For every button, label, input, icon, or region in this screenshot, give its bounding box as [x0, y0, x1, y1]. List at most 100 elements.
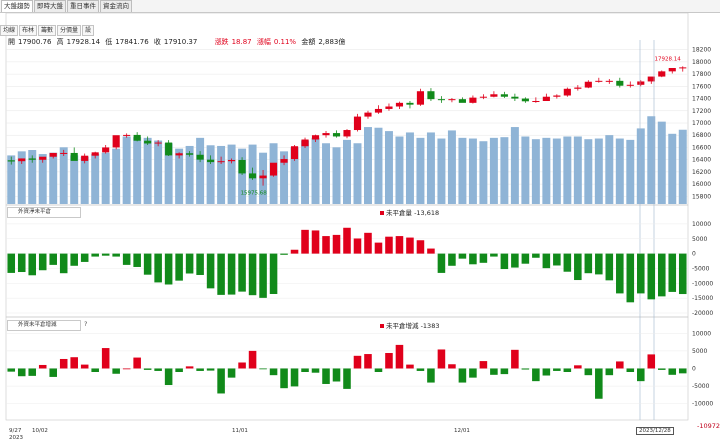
- oi-change-bar: [500, 368, 509, 375]
- main-ytick-label: 16400: [692, 157, 711, 164]
- oi-net-bar: [395, 236, 404, 254]
- oi-net-bar: [427, 248, 435, 254]
- oi-change-bar: [668, 368, 677, 375]
- panel1-indicator-text: 外資淨未平倉: [18, 209, 52, 215]
- volume-bar: [626, 139, 635, 204]
- candle-body: [521, 98, 529, 102]
- oi-net-bar: [657, 253, 666, 297]
- panel2-indicator-select[interactable]: 外資未平倉增減: [7, 320, 81, 331]
- oi-net-bar: [206, 253, 215, 289]
- candle-body: [458, 99, 466, 103]
- oi-net-bar: [374, 242, 383, 254]
- oi-net-bar: [343, 227, 351, 254]
- volume-bar: [542, 137, 551, 204]
- candle-body: [532, 101, 540, 102]
- oi-change-bar: [332, 368, 341, 382]
- oi-net-bar: [563, 253, 572, 272]
- volume-bar: [101, 152, 110, 204]
- candle-body: [290, 146, 299, 160]
- oi-change-bar: [112, 368, 120, 374]
- volume-bar: [70, 155, 79, 204]
- oi-net-bar: [49, 253, 57, 265]
- candle-body: [207, 159, 215, 163]
- chip-button[interactable]: 籌數: [38, 25, 57, 36]
- candle-body: [269, 162, 278, 176]
- oi-net-bar: [59, 253, 68, 274]
- volume-bar: [206, 145, 215, 204]
- candle-body: [112, 135, 120, 148]
- panel2-legend: 未平倉增減 -1383: [380, 320, 439, 330]
- candle-body: [175, 153, 183, 156]
- amount-label: 金額: [301, 38, 316, 46]
- main-ytick-label: 15800: [692, 193, 711, 200]
- oi-change-bar: [479, 361, 488, 369]
- candle-body: [70, 152, 78, 161]
- oi-change-bar: [647, 354, 656, 369]
- candle-body: [133, 134, 141, 141]
- oi-change-bar: [227, 368, 236, 378]
- pct-label: 漲幅: [256, 38, 271, 46]
- volume-bar: [395, 136, 404, 204]
- candle-body: [196, 154, 204, 160]
- panel1-indicator-select[interactable]: 外資淨未平倉: [7, 207, 81, 218]
- oi-net-bar: [227, 253, 236, 295]
- oi-net-bar: [301, 229, 309, 254]
- oi-change-bar: [217, 368, 225, 394]
- oi-change-bar: [101, 348, 110, 369]
- ohlc-info-bar: 開 17900.76 高 17928.14 低 17841.76 收 17910.37 …: [8, 37, 348, 47]
- oi-change-bar: [553, 368, 561, 371]
- volume-bar: [668, 133, 677, 204]
- oi-net-bar: [238, 253, 246, 292]
- oi-net-bar: [626, 253, 635, 303]
- bollinger-button[interactable]: 布林: [19, 25, 38, 36]
- volume-bar: [133, 137, 142, 204]
- oi-change-bar: [311, 368, 320, 373]
- main-ytick-label: 18000: [692, 59, 711, 66]
- oi-net-bar: [416, 240, 425, 254]
- volume-bar: [563, 136, 572, 204]
- oi-change-bar: [521, 368, 530, 370]
- volume-bar: [416, 137, 425, 204]
- candle-body: [448, 99, 456, 101]
- candle-body: [91, 152, 99, 156]
- main-ytick-label: 18200: [692, 47, 711, 54]
- main-ytick-label: 17800: [692, 71, 711, 78]
- candle-body: [479, 96, 487, 98]
- candle-body: [658, 71, 666, 77]
- oi-net-bar: [17, 253, 26, 273]
- oi-net-bar: [322, 236, 330, 254]
- oi-net-bar: [605, 253, 614, 281]
- candle-body: [28, 158, 36, 160]
- oi-change-bar: [448, 364, 456, 369]
- volume-bar: [458, 137, 467, 204]
- oi-change-bar: [80, 364, 89, 369]
- panel2-help-icon[interactable]: ?: [84, 320, 87, 328]
- chart-canvas[interactable]: 15800 16000 16200 16400 16600 16800 17000 17200…: [0, 0, 720, 443]
- volume-bar: [479, 141, 488, 204]
- oi-net-bar: [175, 253, 183, 281]
- candle-body: [584, 81, 592, 88]
- close-value: 17910.37: [163, 38, 198, 46]
- settings-button[interactable]: 設: [82, 25, 95, 36]
- oi-change-bar: [678, 368, 687, 374]
- oi-net-bar: [353, 238, 362, 254]
- oi-change-bar: [437, 349, 446, 369]
- oi-change-bar: [657, 368, 666, 370]
- candle-body: [374, 108, 383, 113]
- volume-bar: [489, 137, 498, 204]
- oi-change-bar: [353, 355, 362, 369]
- oi-net-bar: [637, 253, 645, 294]
- oi-net-bar: [154, 253, 162, 283]
- oi-net-bar: [133, 253, 141, 267]
- oi-change-bar: [196, 368, 204, 371]
- price-volume-button[interactable]: 分價量: [57, 25, 82, 36]
- oi-net-bar: [668, 253, 677, 292]
- candle-body: [511, 96, 519, 99]
- oi-net-bar: [7, 253, 16, 273]
- oi-net-ytick-label: 5000: [692, 236, 707, 243]
- candle-body: [60, 152, 68, 154]
- candle-body: [427, 91, 435, 100]
- candle-body: [437, 99, 445, 101]
- moving-average-button[interactable]: 均線: [0, 25, 19, 36]
- amount-value: 2,883億: [318, 38, 346, 46]
